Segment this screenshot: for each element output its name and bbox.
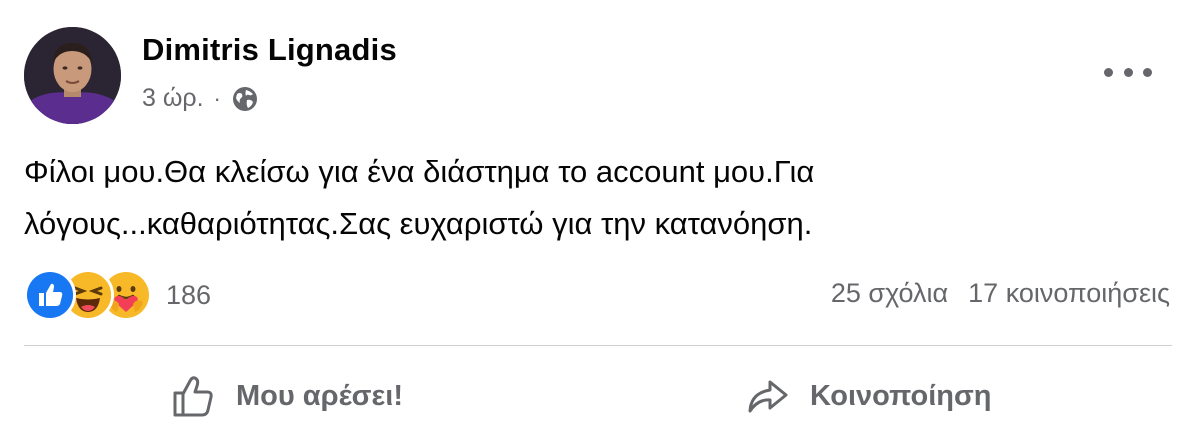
- reactions-summary[interactable]: 186: [24, 268, 211, 322]
- post-meta: 3 ώρ. ·: [142, 84, 259, 113]
- more-options-icon[interactable]: [1104, 60, 1152, 84]
- facebook-post: Dimitris Lignadis 3 ώρ. · Φίλοι μου.Θα κ…: [0, 0, 1200, 436]
- profile-photo: [24, 27, 121, 124]
- globe-icon[interactable]: [231, 85, 259, 113]
- reaction-count: 186: [166, 279, 212, 310]
- thumbs-up-icon: [173, 376, 213, 417]
- post-text: Φίλοι μου.Θα κλείσω για ένα διάστημα το …: [24, 154, 815, 241]
- post-time[interactable]: 3 ώρ.: [142, 84, 204, 113]
- more-dot: [1143, 67, 1152, 77]
- more-dot: [1123, 67, 1133, 77]
- meta-separator: ·: [213, 85, 221, 111]
- shares-count[interactable]: 17 κοινοποιήσεις: [968, 278, 1170, 309]
- avatar[interactable]: [24, 27, 121, 124]
- like-reaction-icon: [24, 269, 76, 321]
- share-arrow-icon: [748, 380, 788, 413]
- share-label: Κοινοποίηση: [810, 379, 992, 412]
- author-name[interactable]: Dimitris Lignadis: [142, 32, 397, 68]
- share-button[interactable]: Κοινοποίηση: [744, 368, 992, 424]
- comments-count[interactable]: 25 σχόλια: [831, 278, 948, 309]
- post-stats: 25 σχόλια 17 κοινοποιήσεις: [831, 278, 1170, 309]
- like-label: Μου αρέσει!: [236, 379, 403, 412]
- like-button[interactable]: Μου αρέσει!: [170, 368, 403, 424]
- more-dot: [1104, 67, 1113, 77]
- divider: [24, 345, 1172, 346]
